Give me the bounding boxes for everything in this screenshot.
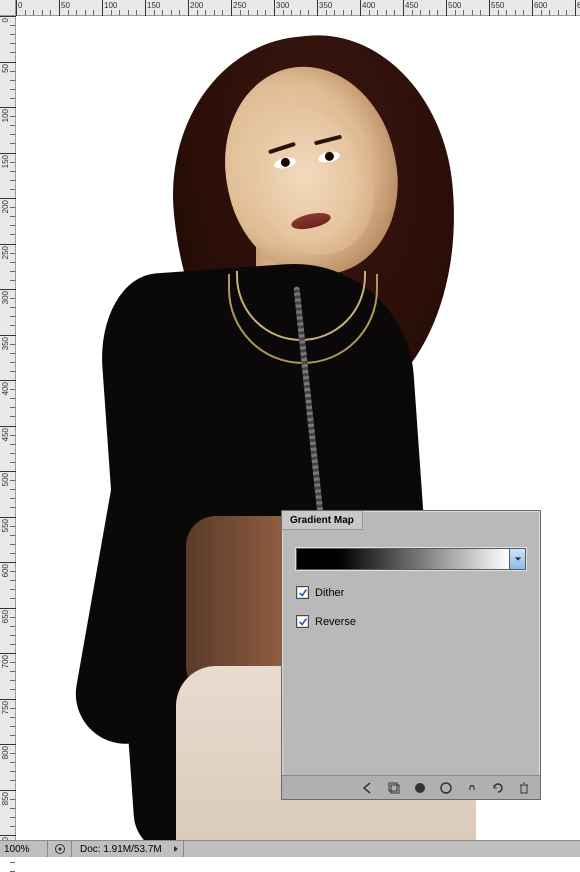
- circle-icon[interactable]: [412, 780, 428, 796]
- gradient-dropdown-button[interactable]: [509, 549, 525, 569]
- dither-label: Dither: [315, 587, 344, 599]
- dither-checkbox[interactable]: [296, 586, 309, 599]
- trash-icon[interactable]: [516, 780, 532, 796]
- status-disk-icon[interactable]: [48, 841, 72, 857]
- doc-info-menu[interactable]: [170, 841, 184, 857]
- ring-icon[interactable]: [438, 780, 454, 796]
- ruler-corner: [0, 0, 16, 16]
- arrow-right-icon: [172, 845, 180, 853]
- zoom-field[interactable]: 100%: [0, 841, 48, 857]
- gradient-picker[interactable]: [296, 548, 526, 570]
- chevron-down-icon: [514, 555, 522, 563]
- layers-icon[interactable]: [386, 780, 402, 796]
- check-icon: [298, 617, 308, 627]
- zoom-value: 100%: [4, 844, 30, 855]
- reverse-label: Reverse: [315, 616, 356, 628]
- check-icon: [298, 588, 308, 598]
- panel-footer: [282, 775, 540, 799]
- horizontal-ruler[interactable]: 050100150200250300350400450500550600650: [16, 0, 580, 16]
- disk-icon: [54, 843, 66, 855]
- vertical-ruler[interactable]: 0501001502002503003504004505005506006507…: [0, 16, 16, 840]
- gradient-preview[interactable]: [297, 549, 509, 569]
- refresh-icon[interactable]: [490, 780, 506, 796]
- status-bar: 100% Doc: 1.91M/53.7M: [0, 840, 580, 857]
- link-icon[interactable]: [464, 780, 480, 796]
- panel-title-tab[interactable]: Gradient Map: [282, 511, 363, 530]
- panel-title: Gradient Map: [290, 515, 354, 526]
- gradient-map-panel[interactable]: Gradient Map Dither Reverse: [281, 510, 541, 800]
- doc-info: Doc: 1.91M/53.7M: [72, 844, 170, 855]
- reverse-checkbox[interactable]: [296, 615, 309, 628]
- back-icon[interactable]: [360, 780, 376, 796]
